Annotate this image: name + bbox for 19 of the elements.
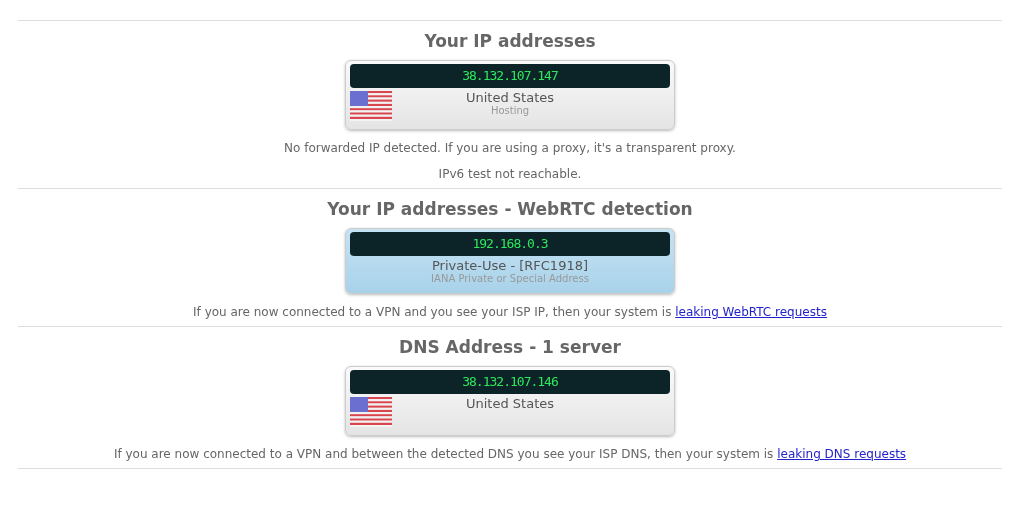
flag-icon xyxy=(350,91,392,121)
ip-address: 192.168.0.3 xyxy=(350,232,670,256)
note-text: If you are now connected to a VPN and you see your ISP IP, then your system is xyxy=(193,305,673,319)
note-text: If you are now connected to a VPN and between the detected DNS you see your ISP DNS, then your system is xyxy=(113,447,775,461)
flag-icon xyxy=(350,397,392,427)
location-detail: Hosting xyxy=(490,105,530,116)
note-text: No forwarded IP detected. If you are using a proxy, it's a transparent proxy. xyxy=(283,140,737,156)
section-title: Your IP addresses - WebRTC detection xyxy=(326,199,694,219)
location-name: United States xyxy=(466,396,554,411)
section-title: Your IP addresses xyxy=(423,31,597,51)
location-detail: IANA Private or Special Address xyxy=(431,273,589,284)
location-name: United States xyxy=(466,90,554,105)
location-name: Private-Use - [RFC1918] xyxy=(431,258,589,273)
note-link[interactable]: leaking DNS requests xyxy=(777,447,907,461)
ip-address: 38.132.107.146 xyxy=(350,370,670,394)
section-title: DNS Address - 1 server xyxy=(398,337,622,357)
note-text: IPv6 test not reachable. xyxy=(437,166,583,182)
note-link[interactable]: leaking WebRTC requests xyxy=(675,305,827,319)
ip-address: 38.132.107.147 xyxy=(350,64,670,88)
